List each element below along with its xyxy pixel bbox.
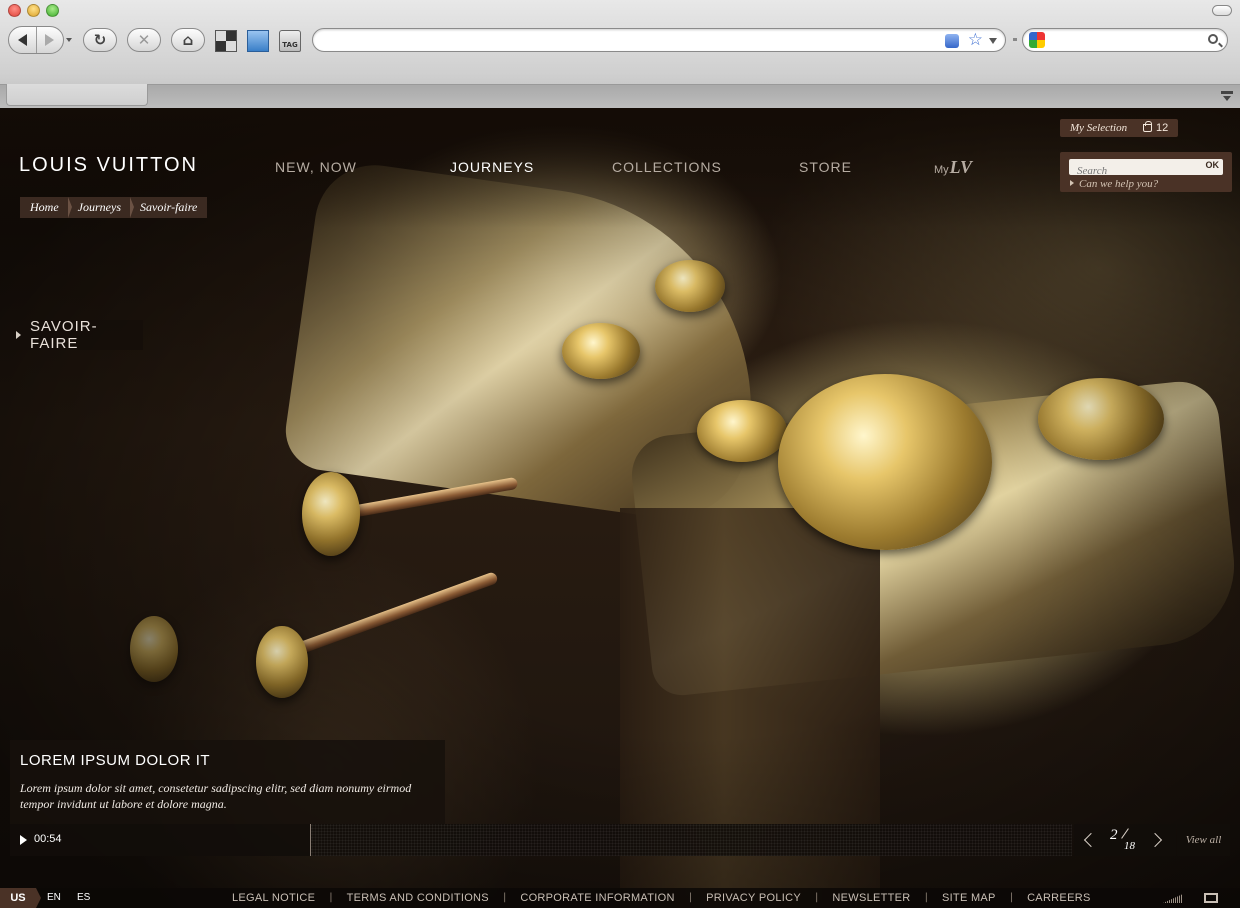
- lang-us[interactable]: US: [0, 888, 41, 908]
- chevron-right-icon[interactable]: [1147, 832, 1163, 848]
- footer-link-privacy[interactable]: PRIVACY POLICY: [706, 888, 801, 908]
- nav-journeys[interactable]: JOURNEYS: [450, 159, 534, 175]
- back-arrow-icon: [17, 34, 27, 46]
- reload-icon: ↻: [93, 31, 107, 49]
- home-button[interactable]: ⌂: [171, 28, 205, 52]
- footer-link-terms[interactable]: TERMS AND CONDITIONS: [347, 888, 489, 908]
- footer-link-corporate[interactable]: CORPORATE INFORMATION: [520, 888, 674, 908]
- tab-menu-icon[interactable]: [1220, 89, 1234, 103]
- volume-bars-icon[interactable]: [1163, 894, 1183, 903]
- nav-new-now[interactable]: NEW, NOW: [275, 159, 357, 175]
- breadcrumb-savoir-faire[interactable]: Savoir-faire: [130, 197, 208, 218]
- search-icon[interactable]: [1208, 34, 1218, 44]
- caption-title: LOREM IPSUM DOLOR IT: [20, 752, 211, 769]
- stop-button[interactable]: ✕: [127, 28, 161, 52]
- stop-icon: ✕: [137, 31, 151, 49]
- history-dropdown-icon[interactable]: [66, 38, 72, 42]
- view-all-button[interactable]: View all: [1177, 824, 1230, 856]
- pager-slash: [1121, 828, 1129, 839]
- footer-link-legal-notice[interactable]: LEGAL NOTICE: [232, 888, 315, 908]
- back-button[interactable]: [9, 27, 37, 53]
- breadcrumb-journeys[interactable]: Journeys: [67, 197, 135, 218]
- history-nav: [8, 26, 64, 54]
- toolbar-toggle-button[interactable]: [1212, 5, 1232, 16]
- my-selection-count: 12: [1156, 122, 1169, 134]
- footer-link-careers[interactable]: CARREERS: [1027, 888, 1091, 908]
- nav-store[interactable]: STORE: [799, 159, 852, 175]
- play-triangle-icon: [16, 331, 21, 339]
- video-player-bar: 00:54: [10, 824, 1072, 856]
- forward-button[interactable]: [37, 27, 64, 53]
- browser-tab[interactable]: [6, 84, 148, 106]
- video-time: 00:54: [34, 833, 62, 845]
- footer-separator: |: [924, 892, 928, 903]
- chevron-left-icon[interactable]: [1083, 832, 1099, 848]
- google-icon[interactable]: [1029, 32, 1045, 48]
- tag-icon-label: TAG: [282, 41, 298, 49]
- pager-current: 2: [1110, 827, 1118, 843]
- my-lv-prefix: My: [934, 164, 949, 176]
- play-icon[interactable]: [20, 835, 27, 845]
- window-controls: [8, 4, 59, 17]
- breadcrumb-home[interactable]: Home: [20, 197, 72, 218]
- home-icon: ⌂: [182, 31, 194, 49]
- minimize-window-button[interactable]: [27, 4, 40, 17]
- breadcrumb: Home Journeys Savoir-faire: [20, 197, 208, 218]
- lv-monogram-icon: LV: [949, 157, 973, 177]
- slide-pager: 2 18: [1074, 824, 1176, 856]
- my-selection-button[interactable]: My Selection 12: [1060, 119, 1178, 137]
- footer-separator: |: [688, 892, 693, 903]
- footer-separator: |: [815, 892, 819, 903]
- lang-es[interactable]: ES: [77, 888, 90, 908]
- browser-toolbar: ↻ ✕ ⌂ TAG ☆: [0, 26, 1240, 56]
- help-link[interactable]: Can we help you?: [1070, 178, 1158, 190]
- nav-my-lv[interactable]: MyLV: [934, 157, 972, 178]
- footer-separator: |: [329, 892, 333, 903]
- video-caption: LOREM IPSUM DOLOR IT Lorem ipsum dolor s…: [10, 740, 445, 824]
- site-search-input[interactable]: [1069, 163, 1199, 179]
- fullscreen-icon[interactable]: [1204, 893, 1218, 903]
- footer-separator: |: [1009, 892, 1014, 903]
- rss-icon[interactable]: [945, 34, 959, 48]
- search-ok-button[interactable]: OK: [1206, 160, 1220, 170]
- zoom-window-button[interactable]: [46, 4, 59, 17]
- section-tag[interactable]: SAVOIR-FAIRE: [0, 318, 143, 352]
- section-tag-label: SAVOIR-FAIRE: [30, 318, 98, 352]
- lang-en[interactable]: EN: [47, 888, 61, 908]
- footer-link-newsletter[interactable]: NEWSLETTER: [832, 888, 910, 908]
- browser-chrome: ↻ ✕ ⌂ TAG ☆: [0, 0, 1240, 108]
- address-bar[interactable]: ☆: [312, 28, 1006, 52]
- shopping-bag-icon: [1143, 121, 1152, 132]
- nav-collections[interactable]: COLLECTIONS: [612, 159, 722, 175]
- toolbar-separator: [1013, 38, 1017, 41]
- url-dropdown-icon[interactable]: [989, 38, 997, 44]
- grid-icon[interactable]: [215, 30, 237, 52]
- my-selection-label: My Selection: [1070, 122, 1128, 134]
- tab-strip: [0, 84, 1240, 108]
- bookmarks-bar: [0, 62, 1240, 84]
- video-progress-track[interactable]: [310, 824, 1072, 856]
- forward-arrow-icon: [45, 34, 55, 46]
- main-nav: NEW, NOW JOURNEYS COLLECTIONS STORE: [0, 159, 1000, 179]
- tag-icon[interactable]: TAG: [279, 30, 301, 52]
- site-search: OK Can we help you?: [1060, 152, 1232, 192]
- footer-separator: |: [502, 892, 507, 903]
- web-page: LOUIS VUITTON NEW, NOW JOURNEYS COLLECTI…: [0, 108, 1240, 908]
- browser-search-field[interactable]: [1022, 28, 1228, 52]
- close-window-button[interactable]: [8, 4, 21, 17]
- footer-links: LEGAL NOTICE | TERMS AND CONDITIONS | CORP…: [232, 888, 1091, 908]
- reload-button[interactable]: ↻: [83, 28, 117, 52]
- footer-link-site-map[interactable]: SITE MAP: [942, 888, 996, 908]
- site-footer: US EN ES LEGAL NOTICE | TERMS AND CONDITI…: [0, 888, 1240, 908]
- star-icon[interactable]: ☆: [968, 29, 983, 51]
- caption-text: Lorem ipsum dolor sit amet, consetetur s…: [20, 781, 412, 811]
- bookmark-icon[interactable]: [247, 30, 269, 52]
- site-search-field: OK: [1069, 159, 1223, 179]
- pager-total: 18: [1124, 840, 1135, 852]
